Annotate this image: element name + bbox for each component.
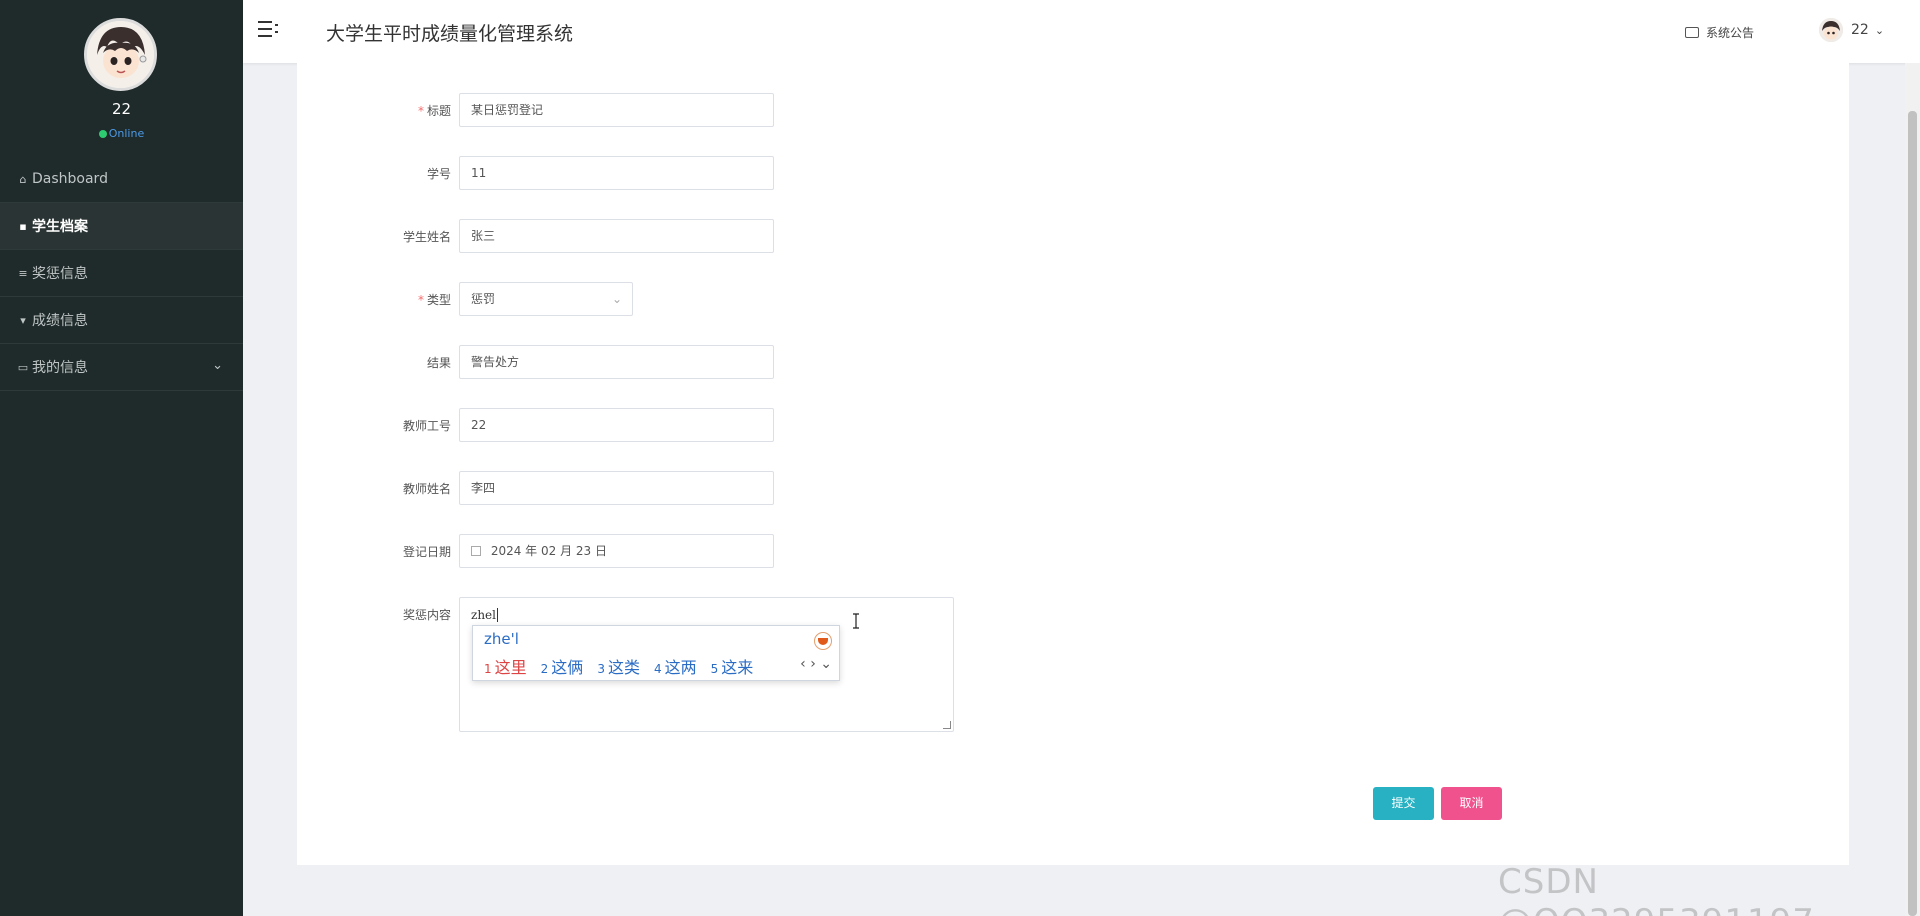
card-icon: ▭ xyxy=(17,360,29,374)
sliders-icon: ≡ xyxy=(18,266,28,280)
form-row-teacher-name: 教师姓名 李四 xyxy=(297,471,1297,505)
home-icon: ⌂ xyxy=(19,172,27,186)
student-name-input[interactable]: 张三 xyxy=(459,219,774,253)
teacher-id-label: 教师工号 xyxy=(402,419,451,433)
user-dropdown[interactable]: 22 ⌄ xyxy=(1819,18,1884,42)
sidebar-item-my-info[interactable]: ▭ 我的信息 ⌄ xyxy=(0,344,243,391)
page-scrollbar[interactable] xyxy=(1905,63,1920,916)
result-label: 结果 xyxy=(426,356,451,370)
form-row-date: 登记日期 2024 年 02 月 23 日 xyxy=(297,534,1297,568)
teacher-name-input[interactable]: 李四 xyxy=(459,471,774,505)
sidebar-item-dashboard[interactable]: ⌂ Dashboard xyxy=(0,156,243,203)
form-row-title: * 标题 某日惩罚登记 xyxy=(297,93,1297,127)
ime-candidates: 1 这里 2 这俩 3 这类 4 这两 5 这来 xyxy=(484,654,767,678)
user-label: 22 xyxy=(1851,22,1869,38)
sidebar-username: 22 xyxy=(111,100,132,118)
profile-panel: 22 Online xyxy=(0,0,243,176)
title-label: * 标题 xyxy=(297,102,451,119)
submit-button[interactable]: 提交 xyxy=(1373,787,1434,820)
chevron-down-icon: ⌄ xyxy=(212,358,223,373)
ime-candidate-number: 4 xyxy=(653,662,662,676)
text-cursor xyxy=(497,608,498,622)
teacher-name-label: 教师姓名 xyxy=(402,482,451,496)
ime-candidate-text: 这里 xyxy=(494,658,527,677)
form-row-teacher-id: 教师工号 22 xyxy=(297,408,1297,442)
ime-page-nav[interactable]: ‹ › ⌄ xyxy=(800,656,832,672)
content-value: zhel xyxy=(471,608,496,622)
teacher-id-input[interactable]: 22 xyxy=(459,408,774,442)
sidebar-item-label: Dashboard xyxy=(32,171,108,187)
sidebar: 22 Online ⌂ Dashboard ▪ 学生档案 ≡ 奖惩信息 ▾ 成绩… xyxy=(0,0,243,916)
date-input[interactable]: 2024 年 02 月 23 日 xyxy=(459,534,774,568)
chevron-down-icon: ⌄ xyxy=(1874,23,1885,37)
site-title: 大学生平时成绩量化管理系统 xyxy=(326,23,574,45)
type-select-value: 惩罚 xyxy=(471,292,496,306)
cancel-button[interactable]: 取消 xyxy=(1441,787,1502,820)
sidebar-item-student-archive[interactable]: ▪ 学生档案 xyxy=(0,203,243,250)
sidebar-item-grades[interactable]: ▾ 成绩信息 xyxy=(0,297,243,344)
form-row-type: * 类型 惩罚 ⌄ xyxy=(297,282,1297,316)
ime-candidate-popup: zhe'l 1 这里 2 这俩 3 这类 4 这两 5 这来 ‹ › ⌄ xyxy=(472,625,840,681)
calendar-icon xyxy=(471,546,481,556)
sidebar-item-rewards[interactable]: ≡ 奖惩信息 xyxy=(0,250,243,297)
top-header: 大学生平时成绩量化管理系统 系统公告 22 ⌄ xyxy=(243,0,1920,63)
ime-candidate-number: 5 xyxy=(710,662,719,676)
sidebar-item-label: 学生档案 xyxy=(32,219,88,235)
ime-candidate-number: 3 xyxy=(597,662,605,676)
notice-icon xyxy=(1685,27,1699,38)
type-select[interactable]: 惩罚 ⌄ xyxy=(459,282,633,316)
ime-candidate-text: 这两 xyxy=(664,658,697,677)
type-label-text: 类型 xyxy=(426,293,451,307)
menu-toggle-icon[interactable] xyxy=(258,20,278,38)
student-name-label: 学生姓名 xyxy=(402,230,451,244)
student-id-label: 学号 xyxy=(426,167,451,181)
form-row-result: 结果 警告处方 xyxy=(297,345,1297,379)
title-label-text: 标题 xyxy=(426,104,451,118)
ime-candidate[interactable]: 1 这里 xyxy=(484,654,527,678)
resize-handle-icon[interactable] xyxy=(943,721,951,729)
trophy-icon: ▾ xyxy=(20,313,26,327)
form-row-student-id: 学号 11 xyxy=(297,156,1297,190)
sidebar-item-label: 成绩信息 xyxy=(32,313,88,329)
form-row-student-name: 学生姓名 张三 xyxy=(297,219,1297,253)
result-input[interactable]: 警告处方 xyxy=(459,345,774,379)
date-label: 登记日期 xyxy=(402,545,451,559)
ime-composition: zhe'l xyxy=(484,630,519,648)
student-id-input[interactable]: 11 xyxy=(459,156,774,190)
required-mark: * xyxy=(417,104,424,118)
online-dot-icon xyxy=(98,130,107,138)
ibeam-cursor-icon xyxy=(853,613,859,629)
grid-icon: ▪ xyxy=(19,219,27,233)
ime-candidate[interactable]: 5 这来 xyxy=(711,654,754,678)
user-avatar xyxy=(1819,18,1843,42)
ime-candidate[interactable]: 2 这俩 xyxy=(541,654,584,678)
type-label: * 类型 xyxy=(297,291,451,308)
required-mark: * xyxy=(417,293,424,307)
ime-candidate[interactable]: 4 这两 xyxy=(654,654,697,678)
ime-candidate-text: 这俩 xyxy=(551,658,584,677)
notice-button[interactable]: 系统公告 xyxy=(1685,24,1754,41)
ime-candidate-text: 这类 xyxy=(607,658,640,677)
ime-candidate-text: 这来 xyxy=(721,658,754,677)
ime-candidate-number: 1 xyxy=(484,662,492,676)
notice-label: 系统公告 xyxy=(1706,26,1755,40)
online-status-label: Online xyxy=(108,127,145,140)
ime-candidate[interactable]: 3 这类 xyxy=(597,654,640,678)
scrollbar-thumb[interactable] xyxy=(1908,111,1917,916)
form-card: * 标题 某日惩罚登记 学号 11 学生姓名 张三 * 类型 惩罚 ⌄ 结果 警告处… xyxy=(297,63,1849,865)
sidebar-item-label: 我的信息 xyxy=(32,360,88,376)
chevron-down-icon: ⌄ xyxy=(611,292,622,306)
sidebar-menu: ⌂ Dashboard ▪ 学生档案 ≡ 奖惩信息 ▾ 成绩信息 ▭ 我的信息 … xyxy=(0,156,243,391)
date-value: 2024 年 02 月 23 日 xyxy=(490,544,607,558)
ime-logo-icon xyxy=(814,632,832,650)
watermark: CSDN @QQ3295391197 xyxy=(1498,862,1814,916)
content-label: 奖惩内容 xyxy=(402,608,451,622)
online-status: Online xyxy=(0,127,243,140)
ime-candidate-number: 2 xyxy=(540,662,549,676)
sidebar-item-label: 奖惩信息 xyxy=(32,266,88,282)
avatar xyxy=(84,18,157,91)
title-input[interactable]: 某日惩罚登记 xyxy=(459,93,774,127)
